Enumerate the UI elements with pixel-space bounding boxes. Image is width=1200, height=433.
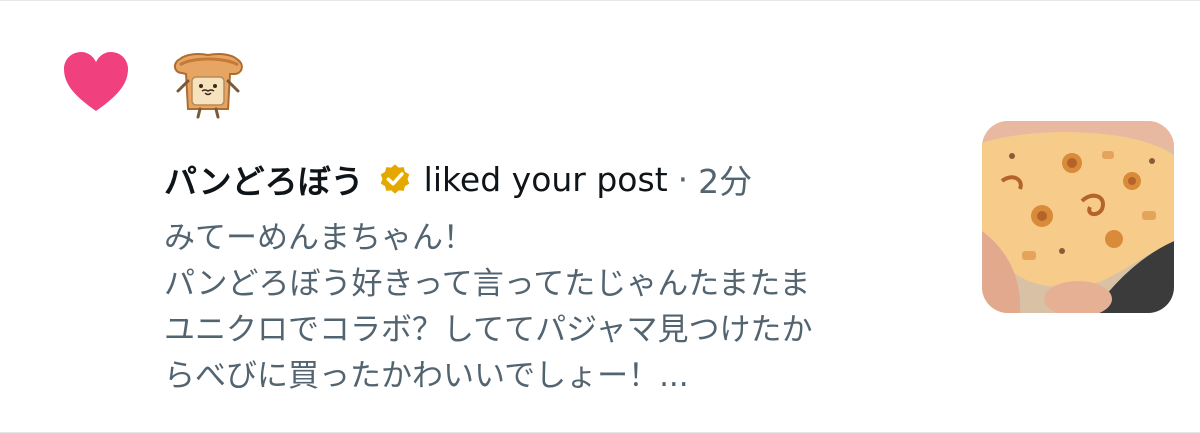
- notification-headline: パンどろぼう liked your post · 2分: [164, 151, 752, 207]
- heart-icon: [64, 52, 128, 111]
- preview-line: みてーめんまちゃん！: [164, 220, 474, 256]
- preview-line: らべびに買ったかわいいでしょー！...: [164, 358, 689, 394]
- preview-line: パンどろぼう好きって言ってたじゃんたまたま: [164, 266, 811, 302]
- post-thumbnail[interactable]: [982, 121, 1174, 313]
- like-notification[interactable]: パンどろぼう liked your post · 2分 みてーめんまちゃん！ パ…: [0, 0, 1200, 433]
- preview-line: ユニクロでコラボ？しててパジャマ見つけたか: [164, 312, 813, 348]
- verified-badge-icon: [380, 164, 409, 194]
- post-preview[interactable]: みてーめんまちゃん！ パンどろぼう好きって言ってたじゃんたまたま ユニクロでコラ…: [164, 215, 944, 399]
- action-text: liked your post: [423, 159, 668, 199]
- separator-dot: ·: [677, 159, 689, 199]
- timestamp: 2分: [698, 162, 753, 201]
- avatar[interactable]: [168, 51, 248, 119]
- author-name[interactable]: パンどろぼう: [164, 155, 364, 203]
